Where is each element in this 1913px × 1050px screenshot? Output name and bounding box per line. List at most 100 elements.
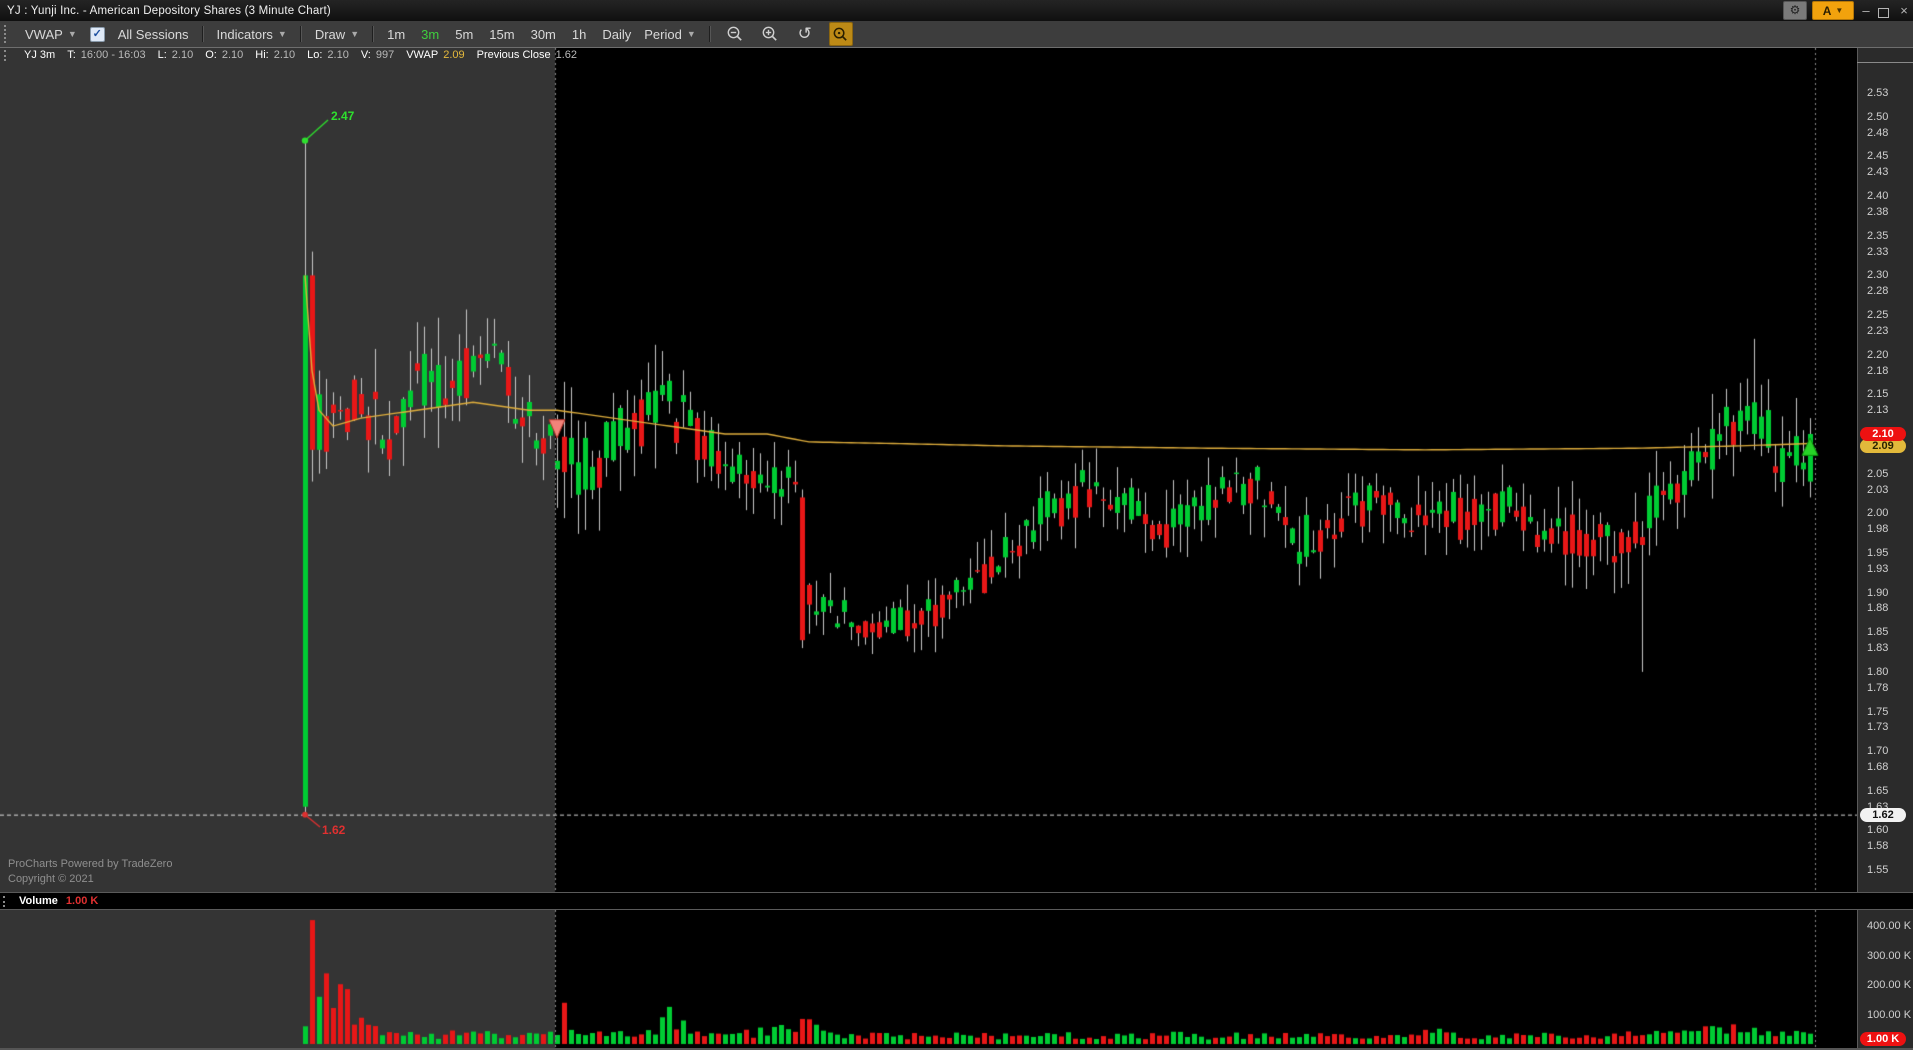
price-axis-label: 2.05 [1867, 467, 1889, 480]
price-axis-label: 2.45 [1867, 150, 1889, 163]
low-of-day-annotation: 1.62 [322, 823, 346, 837]
price-axis-label: 1.58 [1867, 840, 1889, 853]
info-field-value: 2.10 [171, 49, 194, 61]
price-axis-label: 1.65 [1867, 784, 1889, 797]
settings-button[interactable]: ⚙ [1783, 1, 1807, 20]
all-sessions-checkbox[interactable]: ✓ [89, 26, 105, 42]
reset-zoom-icon: ↺ [797, 24, 812, 43]
chevron-down-icon: ▼ [350, 29, 360, 39]
info-field-label: L: [157, 49, 167, 61]
price-axis-label: 1.70 [1867, 745, 1889, 758]
timeframe-button-15m[interactable]: 15m [489, 27, 514, 42]
current-volume-badge: 1.00 K [1860, 1032, 1906, 1046]
vwap-price-badge: 2.09 [1860, 438, 1906, 453]
toolbar-divider [299, 26, 302, 42]
chevron-down-icon: ▼ [277, 29, 287, 39]
powered-by-text: ProCharts Powered by TradeZero [8, 858, 173, 870]
copyright-text: Copyright © 2021 [8, 873, 94, 885]
zoom-in-button[interactable] [759, 23, 781, 45]
price-axis-label: 1.68 [1867, 761, 1889, 774]
info-field-label: Previous Close [476, 49, 551, 61]
price-axis-label: 2.40 [1867, 190, 1889, 203]
minimize-button[interactable]: – [1859, 2, 1873, 19]
info-field: YJ 3m [24, 49, 55, 61]
toolbar-divider [372, 26, 375, 42]
auto-scale-button[interactable] [828, 22, 853, 46]
gear-icon: ⚙ [1789, 3, 1801, 17]
info-field-label: O: [205, 49, 217, 61]
font-size-button[interactable]: A ▼ [1812, 1, 1854, 20]
last-price-badge: 2.10 [1860, 426, 1906, 441]
info-field-value: 16:00 - 16:03 [80, 49, 146, 61]
restore-icon [1878, 8, 1889, 18]
volume-pane-grip[interactable] [3, 895, 9, 907]
reset-zoom-button[interactable]: ↺ [794, 23, 816, 45]
price-axis-label: 2.15 [1867, 388, 1889, 401]
volume-pane-header: Volume 1.00 K [0, 892, 1913, 910]
price-axis-label: 1.93 [1867, 562, 1889, 575]
price-axis-label: 1.90 [1867, 586, 1889, 599]
infobar-grip[interactable] [4, 49, 10, 61]
price-axis-label: 1.85 [1867, 626, 1889, 639]
info-field: O: 2.10 [205, 49, 243, 61]
info-field-value: 2.10 [221, 49, 244, 61]
timeframe-button-5m[interactable]: 5m [455, 27, 473, 42]
all-sessions-label[interactable]: All Sessions [118, 27, 189, 42]
info-field-label: T: [67, 49, 76, 61]
price-axis-label: 2.50 [1867, 110, 1889, 123]
timeframe-button-Daily[interactable]: Daily [602, 27, 631, 42]
price-axis-label: 2.48 [1867, 126, 1889, 139]
price-axis-label: 2.38 [1867, 205, 1889, 218]
price-axis-label: 1.95 [1867, 546, 1889, 559]
window-title: YJ : Yunji Inc. - American Depository Sh… [7, 4, 331, 17]
timeframe-button-1m[interactable]: 1m [387, 27, 405, 42]
draw-menu[interactable]: Draw ▼ [315, 27, 359, 42]
vwap-menu-label: VWAP [25, 26, 63, 42]
restore-button[interactable] [1878, 3, 1892, 18]
chevron-down-icon: ▼ [67, 29, 77, 39]
price-axis-label: 1.83 [1867, 642, 1889, 655]
price-axis-label: 1.98 [1867, 523, 1889, 536]
price-axis-label: 2.03 [1867, 483, 1889, 496]
price-axis-label: 2.53 [1867, 87, 1889, 99]
info-field: VWAP 2.09 [406, 49, 464, 61]
toolbar-divider [708, 26, 711, 42]
zoom-out-button[interactable] [724, 23, 746, 45]
price-axis-label: 2.00 [1867, 507, 1889, 520]
procharts-window: YJ : Yunji Inc. - American Depository Sh… [0, 0, 1913, 1050]
volume-axis-label: 300.00 K [1867, 949, 1912, 962]
period-menu-label: Period [644, 26, 682, 42]
vwap-menu[interactable]: VWAP ▼ [25, 27, 77, 42]
toolbar-grip[interactable] [4, 25, 10, 43]
title-bar: YJ : Yunji Inc. - American Depository Sh… [0, 0, 1913, 22]
price-axis-label: 2.43 [1867, 166, 1889, 179]
price-axis-label: 1.78 [1867, 681, 1889, 694]
info-field-value: 1.62 [555, 49, 578, 61]
timeframe-button-30m[interactable]: 30m [531, 27, 556, 42]
indicators-menu[interactable]: Indicators ▼ [217, 27, 287, 42]
price-axis[interactable]: 2.53 2.50 2.48 2.45 2.43 2.40 2.38 2.35 2.33 2.30… [1857, 48, 1913, 892]
price-axis-label: 2.28 [1867, 285, 1889, 298]
info-field: Lo: 2.10 [307, 49, 349, 61]
volume-axis-label: 100.00 K [1867, 1008, 1912, 1021]
price-axis-label: 1.75 [1867, 705, 1889, 718]
price-axis-label: 2.33 [1867, 245, 1889, 258]
volume-axis-label: 200.00 K [1867, 979, 1912, 991]
timeframe-button-1h[interactable]: 1h [572, 27, 586, 42]
indicators-menu-label: Indicators [216, 26, 273, 42]
high-of-day-annotation: 2.47 [331, 109, 355, 123]
period-menu[interactable]: Period ▼ [644, 27, 696, 42]
info-field: Hi: 2.10 [255, 49, 295, 61]
draw-menu-label: Draw [314, 26, 346, 42]
close-button[interactable]: × [1897, 2, 1911, 19]
info-field-label: V: [360, 49, 371, 61]
price-axis-label: 1.55 [1867, 864, 1889, 877]
window-controls: ⚙ A ▼ – × [1783, 1, 1911, 20]
timeframe-button-3m[interactable]: 3m [421, 27, 439, 42]
volume-axis[interactable]: 400.00 K 300.00 K 200.00 K 100.00 K 1.00 K [1857, 910, 1913, 1050]
price-axis-label: 2.30 [1867, 269, 1889, 282]
price-axis-label: 2.35 [1867, 229, 1889, 242]
price-axis-label: 2.20 [1867, 348, 1889, 361]
timeframe-buttons: 1m 3m 5m 15m 30m 1h Daily [387, 27, 631, 42]
price-axis-label: 2.18 [1867, 364, 1889, 377]
